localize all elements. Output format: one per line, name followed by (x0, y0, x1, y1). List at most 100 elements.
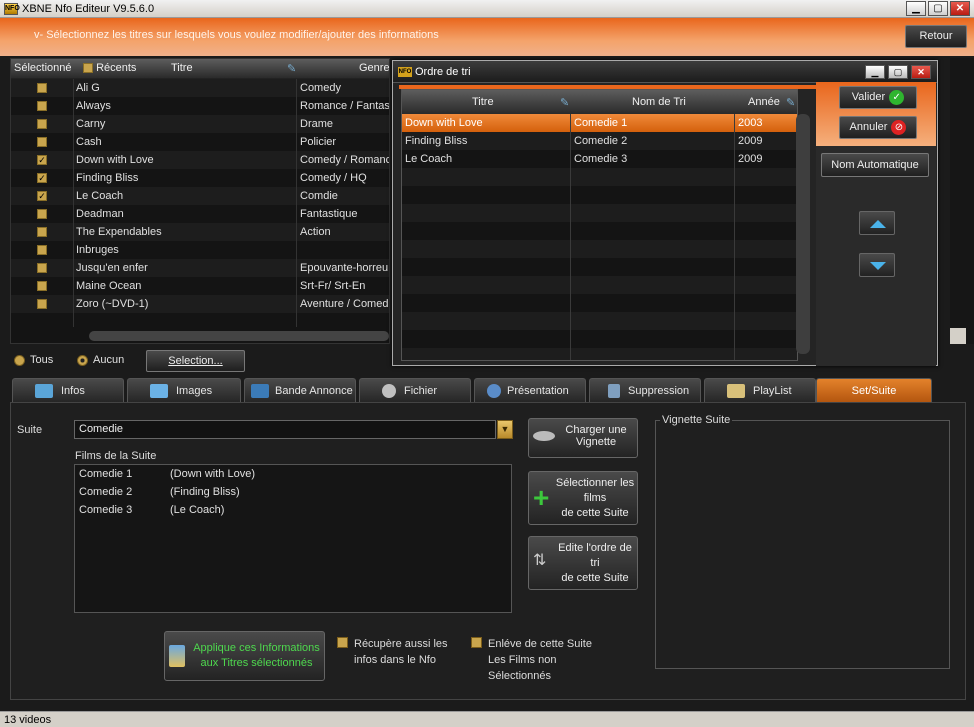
applique-informations-button[interactable]: Applique ces Informations aux Titres sél… (164, 631, 325, 681)
tab-bande-annonce[interactable]: Bande Annonce (244, 378, 356, 402)
table-row[interactable]: ✓ Finding Bliss Comedy / HQ (11, 169, 389, 187)
list-item[interactable]: Comedie 3 (Le Coach) (79, 504, 224, 516)
status-bar: 13 videos (0, 711, 974, 727)
suite-input[interactable]: Comedie (74, 420, 496, 439)
header-titre[interactable]: Titre (171, 62, 193, 74)
retour-button[interactable]: Retour (905, 25, 967, 48)
row-title: Finding Bliss (76, 172, 139, 184)
annee-filter-icon[interactable]: ✎ (786, 96, 795, 109)
grid-row[interactable]: Le Coach Comedie 3 2009 (402, 150, 797, 168)
list-item[interactable]: Comedie 1 (Down with Love) (79, 468, 255, 480)
grid-header: Titre ✎ Nom de Tri Année ✎ (402, 90, 797, 114)
empty-grid-row (402, 204, 797, 222)
row-genre: Drame (300, 118, 334, 130)
row-checkbox[interactable] (37, 299, 47, 309)
list-item[interactable]: Comedie 2 (Finding Bliss) (79, 486, 240, 498)
suite-dropdown-button[interactable]: ▼ (497, 420, 513, 439)
nfo-icon: NFO (398, 67, 412, 77)
movie-list[interactable]: Sélectionné Récents Titre ✎ Genre Ali G C… (10, 58, 390, 344)
edite-ordre-tri-button[interactable]: ⇅ Edite l'ordre de tri de cette Suite (528, 536, 638, 590)
grid-header-annee[interactable]: Année (748, 96, 780, 108)
table-row[interactable]: Deadman Fantastique (11, 205, 389, 223)
empty-grid-row (402, 294, 797, 312)
close-button[interactable]: ✕ (950, 1, 970, 16)
minimize-button[interactable]: ▁ (906, 1, 926, 16)
tab-infos[interactable]: Infos (12, 378, 124, 402)
playlist-icon (727, 383, 745, 398)
table-row[interactable]: ✓ Le Coach Comdie (11, 187, 389, 205)
dialog-close-button[interactable]: ✕ (911, 65, 931, 79)
grid-row[interactable]: Finding Bliss Comedie 2 2009 (402, 132, 797, 150)
row-checkbox[interactable] (37, 245, 47, 255)
row-checkbox[interactable] (37, 101, 47, 111)
column-divider (73, 79, 74, 327)
row-checkbox[interactable]: ✓ (37, 191, 47, 201)
row-checkbox[interactable]: ✓ (37, 155, 47, 165)
scroll-corner (950, 328, 966, 344)
titre-filter-icon[interactable]: ✎ (287, 62, 296, 75)
valider-button[interactable]: Valider ✓ (839, 86, 917, 109)
table-row[interactable]: Inbruges (11, 241, 389, 259)
tab-suppression[interactable]: Suppression (589, 378, 701, 402)
radio-tous[interactable]: Tous (14, 354, 53, 366)
empty-row (11, 313, 389, 331)
tab-fichier[interactable]: Fichier (359, 378, 471, 402)
selection-button[interactable]: Selection... (146, 350, 245, 372)
table-row[interactable]: Jusqu'en enfer Epouvante-horreu (11, 259, 389, 277)
move-up-button[interactable] (859, 211, 895, 235)
nom-automatique-button[interactable]: Nom Automatique (821, 153, 929, 177)
table-row[interactable]: Ali G Comedy (11, 79, 389, 97)
dialog-maximize-button[interactable]: ▢ (888, 65, 908, 79)
dialog-minimize-button[interactable]: ▁ (865, 65, 885, 79)
arrow-up-icon (870, 220, 886, 228)
grid-column-divider (734, 114, 735, 360)
apply-icon (169, 645, 185, 667)
table-row[interactable]: ✓ Down with Love Comedy / Romance (11, 151, 389, 169)
recupere-checkbox[interactable] (337, 637, 348, 648)
grid-vertical-scrollbar[interactable] (796, 114, 810, 354)
film-reel-icon (251, 383, 269, 398)
grid-header-nom-de-tri[interactable]: Nom de Tri (632, 96, 686, 108)
row-checkbox[interactable]: ✓ (37, 173, 47, 183)
annuler-button[interactable]: Annuler ⊘ (839, 116, 917, 139)
horizontal-scrollbar[interactable] (89, 331, 389, 341)
titre-filter-icon[interactable]: ✎ (560, 96, 569, 109)
row-checkbox[interactable] (37, 281, 47, 291)
row-checkbox[interactable] (37, 227, 47, 237)
row-checkbox[interactable] (37, 209, 47, 219)
cancel-icon: ⊘ (891, 119, 907, 135)
header-recents[interactable]: Récents (83, 62, 136, 74)
table-row[interactable]: Always Romance / Fantas (11, 97, 389, 115)
plus-icon: + (533, 482, 550, 513)
row-checkbox[interactable] (37, 263, 47, 273)
table-row[interactable]: The Expendables Action (11, 223, 389, 241)
maximize-button[interactable]: ▢ (928, 1, 948, 16)
grid-header-titre[interactable]: Titre (472, 96, 494, 108)
grid-row[interactable]: Down with Love Comedie 1 2003 (402, 114, 797, 132)
row-title: Ali G (76, 82, 100, 94)
films-label: Films de la Suite (75, 450, 157, 462)
enleve-checkbox[interactable] (471, 637, 482, 648)
move-down-button[interactable] (859, 253, 895, 277)
header-genre[interactable]: Genre (359, 62, 389, 74)
table-row[interactable]: Maine Ocean Srt-Fr/ Srt-En (11, 277, 389, 295)
vignette-suite-box (655, 420, 950, 669)
films-list[interactable]: Comedie 1 (Down with Love) Comedie 2 (Find… (74, 464, 512, 613)
row-checkbox[interactable] (37, 119, 47, 129)
tab-presentation[interactable]: Présentation (474, 378, 586, 402)
tab-playlist[interactable]: PlayList (704, 378, 816, 402)
table-row[interactable]: Zoro (~DVD-1) Aventure / Comed (11, 295, 389, 313)
charger-vignette-button[interactable]: Charger une Vignette (528, 418, 638, 458)
tab-set-suite[interactable]: Set/Suite (816, 378, 932, 402)
header-selectionne[interactable]: Sélectionné (14, 62, 72, 74)
empty-grid-row (402, 312, 797, 330)
sort-grid[interactable]: Titre ✎ Nom de Tri Année ✎ Down with Lov… (401, 89, 798, 361)
table-row[interactable]: Carny Drame (11, 115, 389, 133)
infos-icon (35, 383, 53, 398)
radio-aucun[interactable]: Aucun (77, 354, 124, 366)
selectionner-films-button[interactable]: + Sélectionner les films de cette Suite (528, 471, 638, 525)
row-checkbox[interactable] (37, 83, 47, 93)
tab-images[interactable]: Images (127, 378, 241, 402)
row-checkbox[interactable] (37, 137, 47, 147)
table-row[interactable]: Cash Policier (11, 133, 389, 151)
